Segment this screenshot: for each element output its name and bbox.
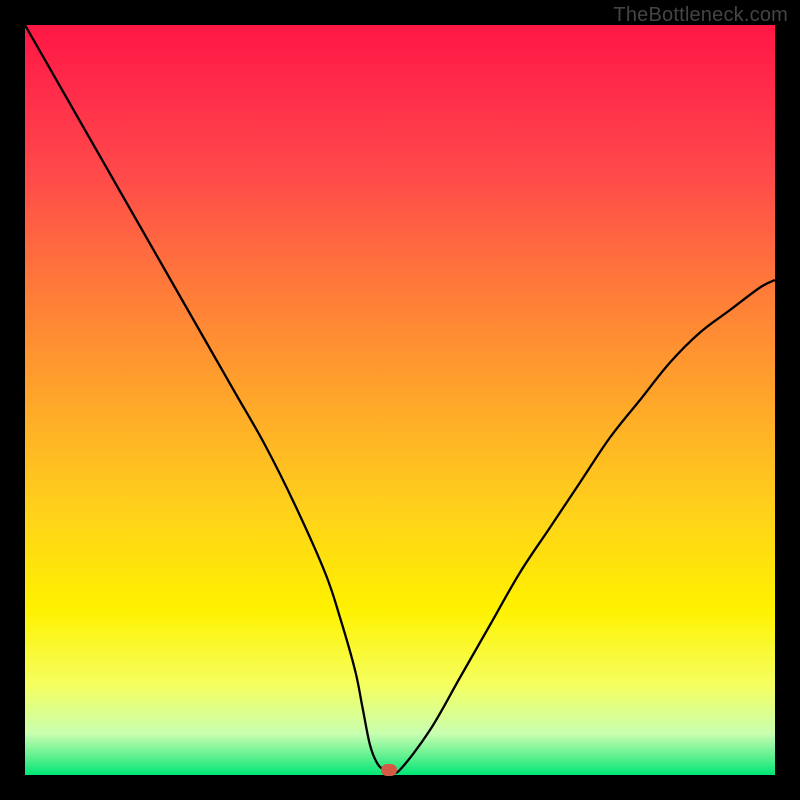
chart-svg [25,25,775,775]
optimal-point-marker [381,764,397,776]
gradient-background [25,25,775,775]
watermark-text: TheBottleneck.com [613,4,788,27]
chart-frame: TheBottleneck.com [0,0,800,800]
plot-area [25,25,775,775]
